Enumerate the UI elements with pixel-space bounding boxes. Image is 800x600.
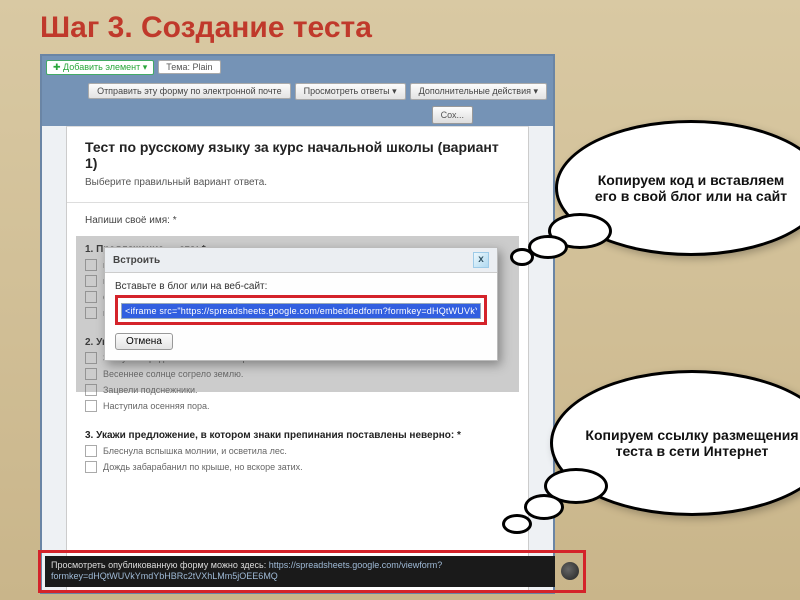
add-element-button[interactable]: Добавить элемент ▾: [46, 60, 154, 75]
cloud-tail-icon: [510, 248, 534, 266]
popup-title: Встроить: [113, 255, 160, 266]
close-icon[interactable]: x: [473, 252, 489, 268]
publish-url-bar: Просмотреть опубликованную форму можно з…: [45, 556, 555, 587]
send-form-button[interactable]: Отправить эту форму по электронной почте: [88, 83, 291, 99]
divider: [67, 202, 528, 203]
handle-icon: [561, 562, 579, 580]
q3-opt-2[interactable]: Дождь забарабанил по крыше, но вскоре за…: [85, 461, 510, 473]
name-label: Напиши своё имя: *: [85, 215, 510, 226]
callout-text: Копируем ссылку размещения теста в сети …: [581, 427, 800, 459]
screenshot-panel: Добавить элемент ▾ Тема: Plain Отправить…: [40, 54, 555, 594]
option-text: Дождь забарабанил по крыше, но вскоре за…: [103, 462, 303, 472]
q3-opt-1[interactable]: Блеснула вспышка молнии, и осветила лес.: [85, 445, 510, 457]
theme-button[interactable]: Тема: Plain: [158, 60, 220, 74]
question-3: 3. Укажи предложение, в котором знаки пр…: [85, 430, 510, 441]
view-answers-button[interactable]: Просмотреть ответы ▾: [295, 83, 406, 100]
form-subtitle: Выберите правильный вариант ответа.: [85, 177, 510, 188]
publish-prefix: Просмотреть опубликованную форму можно з…: [51, 560, 269, 570]
option-text: Блеснула вспышка молнии, и осветила лес.: [103, 446, 287, 456]
save-button[interactable]: Сох...: [432, 106, 473, 124]
callout-text: Копируем код и вставляем его в свой блог…: [586, 172, 796, 204]
form-title: Тест по русскому языку за курс начальной…: [85, 139, 510, 171]
cloud-tail-icon: [528, 235, 568, 259]
cancel-button[interactable]: Отмена: [115, 333, 173, 350]
embed-label: Вставьте в блог или на веб-сайт:: [115, 281, 487, 292]
action-toolbar: Отправить эту форму по электронной почте…: [42, 78, 553, 104]
option-text: Наступила осенняя пора.: [103, 401, 209, 411]
top-toolbar: Добавить элемент ▾ Тема: Plain: [42, 56, 553, 78]
checkbox-icon: [85, 445, 97, 457]
more-actions-button[interactable]: Дополнительные действия ▾: [410, 83, 547, 100]
embed-code-input[interactable]: [121, 303, 481, 319]
embed-highlight: [115, 295, 487, 325]
cloud-tail-icon: [502, 514, 532, 534]
embed-popup: Встроить x Вставьте в блог или на веб-са…: [104, 247, 498, 361]
checkbox-icon: [85, 400, 97, 412]
checkbox-icon: [85, 461, 97, 473]
footer-highlight: Просмотреть опубликованную форму можно з…: [38, 550, 586, 593]
popup-header: Встроить x: [105, 248, 497, 273]
slide-title: Шаг 3. Создание теста: [40, 11, 372, 45]
q2-opt-4[interactable]: Наступила осенняя пора.: [85, 400, 510, 412]
cloud-tail-icon: [524, 494, 564, 520]
save-strip: Сох...: [42, 104, 553, 126]
